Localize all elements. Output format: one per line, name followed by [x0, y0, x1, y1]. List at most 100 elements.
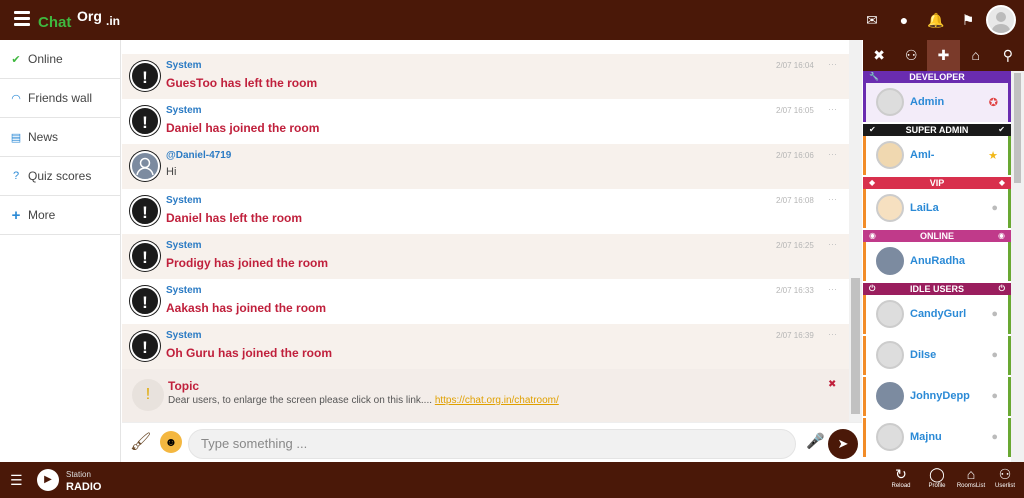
user-item-johnydepp[interactable]: JohnyDepp ● — [863, 377, 1011, 416]
message-text: Aakash has joined the room — [166, 301, 327, 315]
send-button[interactable]: ➤ — [828, 429, 858, 459]
message-username[interactable]: System — [166, 330, 202, 341]
sidebar-item-friends-wall[interactable]: ◠ Friends wall — [0, 79, 120, 118]
user-icon[interactable]: ● — [894, 10, 914, 30]
topic-link[interactable]: https://chat.org.in/chatroom/ — [435, 395, 559, 406]
user-avatar[interactable] — [130, 151, 160, 181]
user-item-candygurl[interactable]: CandyGurl ● — [863, 295, 1011, 334]
user-name: AnuRadha — [910, 255, 965, 267]
power-icon: ⏻ — [998, 284, 1005, 293]
avatar — [876, 341, 904, 369]
more-options-icon[interactable]: ··· — [828, 239, 837, 249]
message-time: 2/07 16:06 — [776, 151, 814, 160]
chat-message: ! System Daniel has left the room 2/07 1… — [122, 189, 849, 234]
message-time: 2/07 16:25 — [776, 241, 814, 250]
message-input[interactable]: Type something ... — [188, 429, 796, 459]
scrollbar-thumb[interactable] — [851, 278, 860, 414]
wrench-icon: 🔧 — [869, 72, 879, 81]
message-text: Daniel has joined the room — [166, 121, 320, 135]
sidebar-item-label: Friends wall — [28, 91, 93, 105]
user-name: AmI- — [910, 149, 935, 161]
user-item-majnu[interactable]: Majnu ● — [863, 418, 1011, 457]
logo-text-org: Org — [77, 8, 102, 24]
emoji-icon[interactable]: ☻ — [160, 431, 182, 453]
chat-message: ! System Prodigy has joined the room 2/0… — [122, 234, 849, 279]
sliders-icon[interactable]: ☰ — [10, 472, 23, 489]
user-name: Admin — [910, 96, 945, 108]
system-icon: ! — [130, 196, 160, 226]
rank-label: DEVELOPER — [909, 72, 965, 82]
message-username[interactable]: System — [166, 105, 202, 116]
chat-scrollbar[interactable] — [849, 40, 862, 422]
check-circle-icon: ✔ — [998, 125, 1005, 134]
add-user-icon[interactable]: ✚ — [927, 40, 960, 71]
microphone-icon[interactable]: 🎤 — [806, 432, 825, 450]
rooms-list-button[interactable]: ⌂ RoomsList — [955, 466, 987, 489]
more-options-icon[interactable]: ··· — [828, 194, 837, 204]
newspaper-icon: ▤ — [10, 131, 22, 144]
message-username[interactable]: System — [166, 195, 202, 206]
reload-button[interactable]: ↻ Reload — [885, 466, 917, 489]
message-text: Daniel has left the room — [166, 211, 303, 225]
search-icon[interactable]: ⚲ — [992, 40, 1024, 71]
userlist-label: Userlist — [994, 483, 1015, 489]
avatar[interactable] — [986, 5, 1016, 35]
sidebar-item-label: Online — [28, 52, 63, 66]
topic-body: Dear users, to enlarge the screen please… — [168, 395, 559, 406]
sidebar-item-more[interactable]: + More — [0, 196, 120, 235]
envelope-icon[interactable]: ✉ — [862, 10, 882, 30]
rank-header-idle-users: ⏻ IDLE USERS ⏻ — [863, 283, 1011, 295]
avatar — [876, 382, 904, 410]
user-item-anuradha[interactable]: AnuRadha — [863, 242, 1011, 281]
profile-icon: ◯ — [929, 466, 945, 482]
user-icon: ● — [991, 390, 998, 402]
user-item-laila[interactable]: LaiLa ● — [863, 189, 1011, 228]
bell-icon[interactable]: 🔔 — [926, 10, 946, 30]
message-time: 2/07 16:04 — [776, 61, 814, 70]
check-circle-icon: ✔ — [11, 53, 21, 66]
user-badge-icon: ✪ — [988, 97, 998, 109]
topic-text: Dear users, to enlarge the screen please… — [168, 395, 433, 406]
chat-message: ! System Daniel has joined the room 2/07… — [122, 99, 849, 144]
chat-icon: ◉ — [998, 231, 1005, 240]
avatar — [876, 247, 904, 275]
hamburger-icon[interactable] — [14, 11, 30, 26]
reload-label: Reload — [891, 483, 911, 489]
user-item-diise[interactable]: DiIse ● — [863, 336, 1011, 375]
rank-label: ONLINE — [919, 231, 954, 241]
more-options-icon[interactable]: ··· — [828, 59, 837, 69]
rank-label: VIP — [929, 178, 945, 188]
more-options-icon[interactable]: ··· — [828, 104, 837, 114]
user-list-scrollbar[interactable] — [1011, 71, 1024, 462]
message-username[interactable]: System — [166, 60, 202, 71]
message-username[interactable]: System — [166, 240, 202, 251]
userlist-button[interactable]: ⚇ Userlist — [989, 466, 1021, 489]
close-icon[interactable]: ✖ — [828, 379, 836, 390]
user-name: CandyGurl — [910, 308, 967, 320]
message-username[interactable]: System — [166, 285, 202, 296]
system-icon: ! — [130, 241, 160, 271]
paint-brush-icon[interactable]: 🖌 — [130, 432, 152, 452]
scrollbar-thumb[interactable] — [1014, 73, 1021, 183]
sidebar-item-news[interactable]: ▤ News — [0, 118, 120, 157]
more-options-icon[interactable]: ··· — [828, 329, 837, 339]
more-options-icon[interactable]: ··· — [828, 284, 837, 294]
home-icon[interactable]: ⌂ — [960, 40, 992, 71]
message-username[interactable]: @Daniel-4719 — [166, 150, 231, 161]
chat-message: @Daniel-4719 Hi 2/07 16:06 ··· — [122, 144, 849, 189]
profile-button[interactable]: ◯ Profile — [921, 466, 953, 489]
users-icon[interactable]: ⚇ — [895, 40, 927, 71]
more-options-icon[interactable]: ··· — [828, 149, 837, 159]
sidebar-item-quiz-scores[interactable]: ? Quiz scores — [0, 157, 120, 196]
close-icon[interactable]: ✖ — [863, 40, 895, 71]
flag-icon[interactable]: ⚑ — [958, 10, 978, 30]
message-time: 2/07 16:33 — [776, 286, 814, 295]
user-icon: ● — [991, 202, 998, 214]
sidebar-item-online[interactable]: ✔ Online — [0, 40, 120, 79]
play-icon[interactable]: ▶ — [37, 469, 59, 491]
check-circle-icon: ✔ — [869, 125, 876, 134]
rank-label: SUPER ADMIN — [905, 125, 969, 135]
user-item-admin[interactable]: Admin ✪ — [863, 83, 1011, 122]
user-item-ami[interactable]: AmI- ★ — [863, 136, 1011, 175]
user-icon: ● — [991, 431, 998, 443]
